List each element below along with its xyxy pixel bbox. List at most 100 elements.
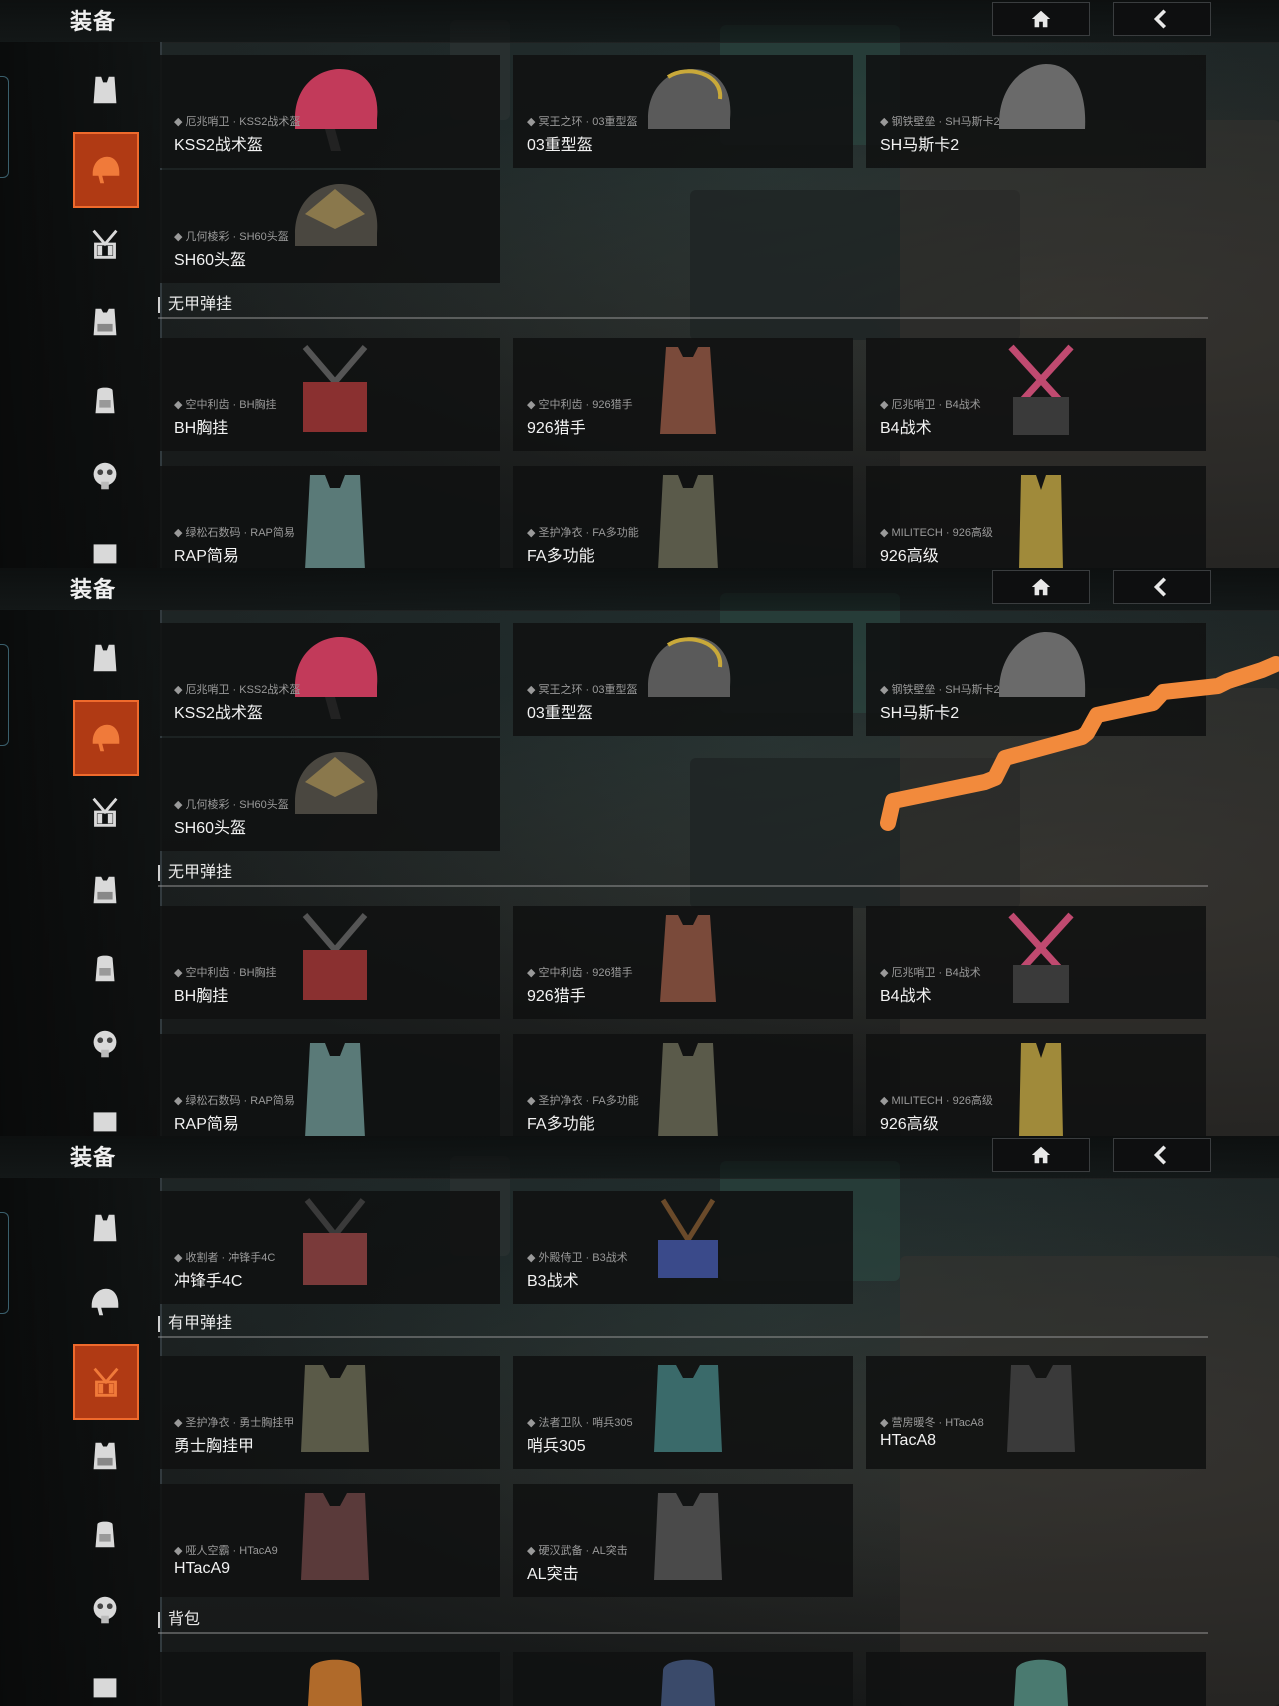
sidebar-item-armored-rig[interactable] [73,290,137,354]
item-name: FA多功能 [527,1116,595,1133]
item-card[interactable]: ◆ 钢铁壁垒 · SH马斯卡2 SH马斯卡2 [866,55,1206,168]
item-card[interactable]: ◆ 圣护净衣 · FA多功能 FA多功能 [513,466,853,568]
item-card[interactable]: ◆ MILITECH · 926高级 926高级 [866,466,1206,568]
sidebar-item-gas-mask[interactable] [73,444,137,508]
sidebar-item-chest-rig[interactable] [73,780,137,844]
sidebar-item-backpack[interactable] [73,936,137,1000]
section-header-unarmored-rigs: 无甲弹挂 [158,295,1208,319]
item-skin-label: ◆ 收割者 · 冲锋手4C [174,1252,276,1264]
item-name: 勇士胸挂甲 [174,1438,255,1455]
sidebar-item-pouch[interactable] [73,520,137,568]
item-name: SH60头盔 [174,252,247,269]
sidebar-item-chest-rig[interactable] [73,1344,139,1420]
item-card[interactable] [160,1652,500,1706]
sidebar-item-armored-rig[interactable] [73,1424,137,1488]
item-name: 926高级 [880,548,939,565]
item-card[interactable]: ◆ 空中利齿 · 926猎手 926猎手 [513,338,853,451]
item-card[interactable]: ◆ 哑人空霸 · HTacA9 HTacA9 [160,1484,500,1597]
item-card[interactable]: ◆ 几何棱彩 · SH60头盔 SH60头盔 [160,170,500,283]
sidebar-item-vest[interactable] [73,1196,137,1260]
item-card[interactable]: ◆ 厄兆哨卫 · KSS2战术盔 KSS2战术盔 [160,623,500,736]
home-icon [1031,1146,1051,1164]
sidebar-edge-handle[interactable] [0,76,9,178]
item-skin-label: ◆ 空中利齿 · 926猎手 [527,399,633,411]
rig-thumbnail [658,1043,718,1136]
page-title: 装备 [70,577,117,602]
item-card[interactable]: ◆ 空中利齿 · BH胸挂 BH胸挂 [160,338,500,451]
rig-thumbnail [654,1365,722,1452]
back-button[interactable] [1113,2,1211,36]
sidebar-item-helmet[interactable] [73,700,139,776]
home-icon [1031,10,1051,28]
item-skin-label: ◆ 几何棱彩 · SH60头盔 [174,231,289,243]
home-button[interactable] [992,2,1090,36]
home-button[interactable] [992,1138,1090,1172]
item-card[interactable]: ◆ 收割者 · 冲锋手4C 冲锋手4C [160,1191,500,1304]
item-card[interactable]: ◆ 外殿侍卫 · B3战术 B3战术 [513,1191,853,1304]
sidebar-item-pouch[interactable] [73,1088,137,1136]
item-card[interactable]: ◆ 营房暖冬 · HTacA8 HTacA8 [866,1356,1206,1469]
sidebar-edge-handle[interactable] [0,644,9,746]
sidebar-item-chest-rig[interactable] [73,212,137,276]
backpack-icon [95,1521,115,1548]
item-card[interactable]: ◆ 圣护净衣 · FA多功能 FA多功能 [513,1034,853,1136]
item-card[interactable]: ◆ 硬汉武备 · AL突击 AL突击 [513,1484,853,1597]
item-card[interactable] [866,1652,1206,1706]
sidebar-item-backpack[interactable] [73,1502,137,1566]
section-header-unarmored-rigs: 无甲弹挂 [158,863,1208,887]
helmet-icon [92,156,120,184]
item-name: 哨兵305 [527,1438,586,1455]
page-title: 装备 [70,1145,117,1170]
vest-icon [93,76,117,104]
item-skin-label: ◆ 绿松石数码 · RAP简易 [174,527,295,539]
rig-thumbnail [305,475,365,568]
rig-thumbnail [1008,344,1074,435]
item-card[interactable]: ◆ 厄兆哨卫 · B4战术 B4战术 [866,338,1206,451]
item-card[interactable]: ◆ 绿松石数码 · RAP简易 RAP简易 [160,466,500,568]
item-card[interactable]: ◆ MILITECH · 926高级 926高级 [866,1034,1206,1136]
sidebar-item-gas-mask[interactable] [73,1578,137,1642]
rig-thumbnail [303,1198,367,1285]
item-card[interactable] [513,1652,853,1706]
helmet-thumbnail [999,632,1086,697]
item-card[interactable]: ◆ 钢铁壁垒 · SH马斯卡2 SH马斯卡2 [866,623,1206,736]
back-button[interactable] [1113,1138,1211,1172]
item-card[interactable]: ◆ 空中利齿 · 926猎手 926猎手 [513,906,853,1019]
page-title: 装备 [70,9,117,34]
item-card[interactable]: ◆ 空中利齿 · BH胸挂 BH胸挂 [160,906,500,1019]
rig-thumbnail [654,1493,722,1580]
top-bar: 装备 [0,1136,1279,1179]
item-card[interactable]: ◆ 圣护净衣 · 勇士胸挂甲 勇士胸挂甲 [160,1356,500,1469]
sidebar-item-backpack[interactable] [73,368,137,432]
helmet-icon [92,724,120,752]
rig-thumbnail [302,913,368,1000]
armored-rig-icon [93,1442,117,1470]
item-name: 冲锋手4C [174,1273,243,1290]
item-card[interactable]: ◆ 法者卫队 · 哨兵305 哨兵305 [513,1356,853,1469]
item-card[interactable]: ◆ 几何棱彩 · SH60头盔 SH60头盔 [160,738,500,851]
sidebar-item-gas-mask[interactable] [73,1012,137,1076]
item-skin-label: ◆ MILITECH · 926高级 [880,1095,993,1107]
sidebar-edge-handle[interactable] [0,1212,9,1314]
helmet-icon [91,1288,119,1316]
sidebar-item-armored-rig[interactable] [73,858,137,922]
armored-rig-icon [93,876,117,904]
sidebar-item-helmet[interactable] [73,1270,137,1334]
item-card[interactable]: ◆ 厄兆哨卫 · B4战术 B4战术 [866,906,1206,1019]
item-card[interactable]: ◆ 冥王之环 · 03重型盔 03重型盔 [513,623,853,736]
back-button[interactable] [1113,570,1211,604]
home-button[interactable] [992,570,1090,604]
item-skin-label: ◆ 圣护净衣 · 勇士胸挂甲 [174,1417,295,1429]
item-card[interactable]: ◆ 厄兆哨卫 · KSS2战术盔 KSS2战术盔 [160,55,500,168]
item-card[interactable]: ◆ 冥王之环 · 03重型盔 03重型盔 [513,55,853,168]
sidebar-item-helmet[interactable] [73,132,139,208]
item-name: 03重型盔 [527,137,593,154]
item-skin-label: ◆ 厄兆哨卫 · KSS2战术盔 [174,116,301,128]
item-name: HTacA9 [174,1560,231,1577]
item-card[interactable]: ◆ 绿松石数码 · RAP简易 RAP简易 [160,1034,500,1136]
pouch-icon [93,1112,117,1132]
sidebar-item-vest[interactable] [73,58,137,122]
sidebar-item-pouch[interactable] [73,1654,137,1706]
rig-thumbnail [301,1493,369,1580]
sidebar-item-vest[interactable] [73,626,137,690]
